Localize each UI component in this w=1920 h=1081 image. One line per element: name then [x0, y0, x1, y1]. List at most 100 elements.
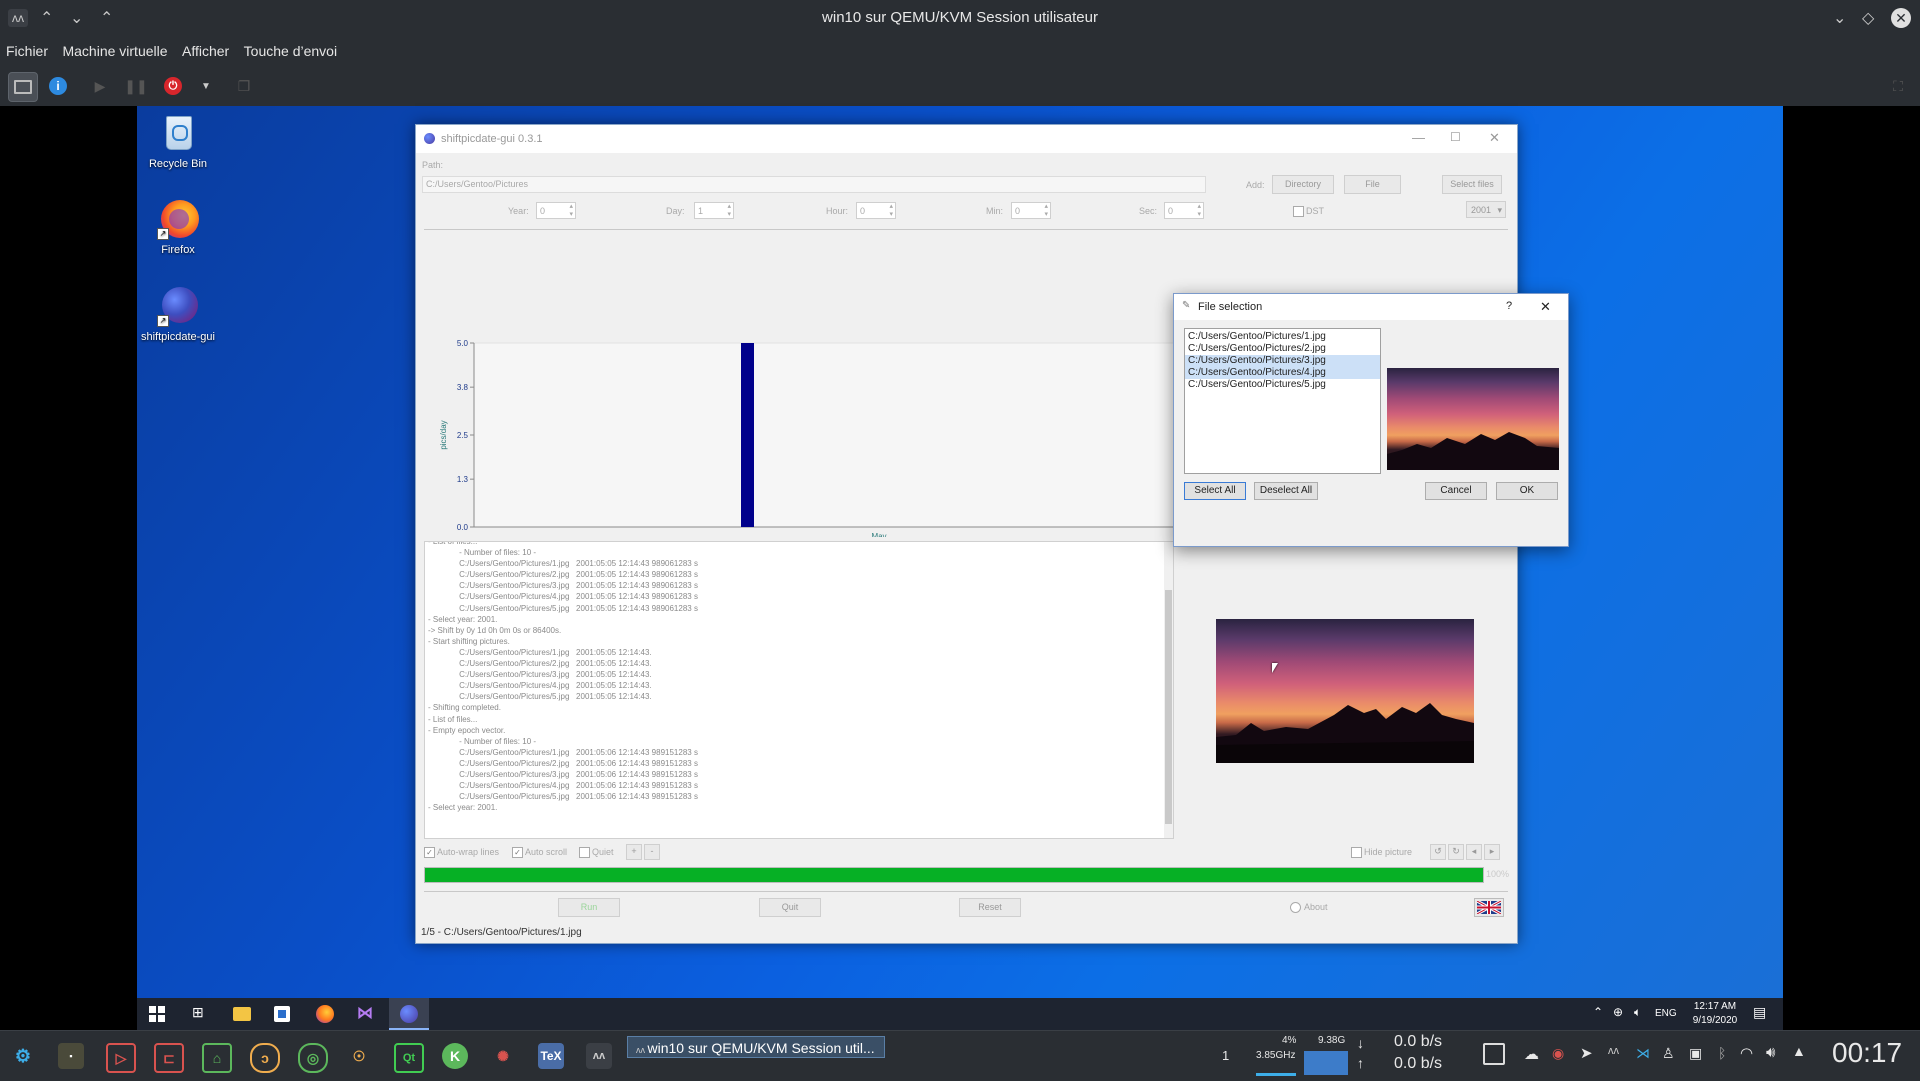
rotate-left-button[interactable]: ↺: [1430, 844, 1446, 860]
file-explorer-icon[interactable]: [233, 1007, 251, 1021]
dst-checkbox[interactable]: [1293, 206, 1304, 217]
path-input[interactable]: C:/Users/Gentoo/Pictures: [422, 176, 1206, 193]
qt-creator-icon[interactable]: Qt: [394, 1043, 424, 1073]
ok-button[interactable]: OK: [1496, 482, 1558, 500]
telegram-icon[interactable]: ➤: [1580, 1044, 1593, 1062]
language-indicator[interactable]: ENG: [1655, 1008, 1677, 1019]
rotate-right-button[interactable]: ↻: [1448, 844, 1464, 860]
dialog-close-icon[interactable]: ✕: [1540, 299, 1551, 315]
run-button[interactable]: Run: [558, 898, 620, 917]
about-radio[interactable]: [1290, 902, 1301, 913]
details-view-button[interactable]: i: [44, 72, 72, 100]
log-output[interactable]: - List of files... - Number of files: 10…: [424, 541, 1174, 839]
desktop-icon-recycle-bin[interactable]: Recycle Bin: [138, 112, 218, 170]
app-launcher-icon[interactable]: ⚙: [10, 1043, 36, 1069]
min-spinbox[interactable]: 0 ▴ ▾: [1011, 202, 1051, 219]
previous-picture-button[interactable]: ◂: [1466, 844, 1482, 860]
store-icon[interactable]: [274, 1006, 290, 1022]
volume-tray-icon[interactable]: 🔊︎: [1766, 1044, 1775, 1061]
file-list-item[interactable]: C:/Users/Gentoo/Pictures/3.jpg: [1185, 355, 1380, 367]
auto-wrap-checkbox[interactable]: ✓: [424, 847, 435, 858]
quit-button[interactable]: Quit: [759, 898, 821, 917]
expand-tray-icon[interactable]: ▲: [1792, 1043, 1806, 1059]
visual-studio-icon[interactable]: ⋈: [357, 1005, 375, 1023]
shutdown-menu-button[interactable]: ▼: [192, 72, 220, 100]
minimize-icon[interactable]: ⌄: [1833, 8, 1846, 28]
deselect-all-button[interactable]: Deselect All: [1254, 482, 1318, 500]
menu-touche-envoi[interactable]: Touche d’envoi: [244, 43, 337, 59]
hide-picture-checkbox[interactable]: [1351, 847, 1362, 858]
volume-icon[interactable]: 🔈︎: [1634, 1005, 1641, 1020]
directory-button[interactable]: Directory: [1272, 175, 1334, 194]
virt-manager-tray-icon[interactable]: ʌʌ: [1608, 1045, 1619, 1057]
snapshot-button[interactable]: ❐: [230, 72, 258, 100]
year-select[interactable]: 2001 ▾: [1466, 201, 1506, 218]
gimp-icon[interactable]: ☉: [346, 1043, 372, 1069]
settings-gear-icon[interactable]: ✺: [490, 1043, 516, 1069]
virtual-desktop-number[interactable]: 1: [1222, 1048, 1229, 1063]
cpu-chip-icon[interactable]: [1483, 1043, 1505, 1065]
menu-fichier[interactable]: Fichier: [6, 43, 48, 59]
day-spinbox[interactable]: 1 ▴ ▾: [694, 202, 734, 219]
red-app-icon[interactable]: ⊏: [154, 1043, 184, 1073]
log-scrollbar[interactable]: [1164, 542, 1173, 838]
firefox-taskbar-icon[interactable]: [316, 1005, 334, 1023]
language-flag-button[interactable]: [1474, 898, 1504, 917]
notifications-icon[interactable]: ▤: [1753, 1004, 1766, 1021]
select-all-button[interactable]: Select All: [1184, 482, 1246, 500]
chrome-icon[interactable]: ◎: [298, 1043, 328, 1073]
shiftpicdate-taskbar-button[interactable]: [389, 998, 429, 1030]
cancel-button[interactable]: Cancel: [1425, 482, 1487, 500]
bluetooth-icon[interactable]: ᛒ: [1718, 1045, 1726, 1061]
terminal-icon[interactable]: ▪: [58, 1043, 84, 1069]
quiet-checkbox[interactable]: [579, 847, 590, 858]
file-list-item[interactable]: C:/Users/Gentoo/Pictures/1.jpg: [1185, 331, 1380, 343]
camera-icon[interactable]: ◉: [1552, 1045, 1564, 1062]
task-view-icon[interactable]: ⊞: [192, 1004, 204, 1021]
maximize-icon[interactable]: ☐: [1450, 130, 1461, 144]
hour-spinbox[interactable]: 0 ▴ ▾: [856, 202, 896, 219]
texstudio-icon[interactable]: TeX: [538, 1043, 564, 1069]
next-picture-button[interactable]: ▸: [1484, 844, 1500, 860]
slides-icon[interactable]: ▷: [106, 1043, 136, 1073]
show-hidden-icons-icon[interactable]: ⌃: [1593, 1005, 1603, 1019]
reset-button[interactable]: Reset: [959, 898, 1021, 917]
user-switch-icon[interactable]: ♙: [1662, 1045, 1675, 1062]
minimize-icon[interactable]: —: [1412, 130, 1425, 145]
kde-connect-icon[interactable]: ⋊: [1636, 1045, 1650, 1062]
panel-clock[interactable]: 00:17: [1832, 1037, 1902, 1069]
font-decrease-button[interactable]: -: [644, 844, 660, 860]
house-app-icon[interactable]: ⌂: [202, 1043, 232, 1073]
year-spinbox[interactable]: 0 ▴ ▾: [536, 202, 576, 219]
shutdown-button[interactable]: ⏻: [159, 72, 187, 100]
file-button[interactable]: File: [1344, 175, 1401, 194]
close-icon[interactable]: ✕: [1489, 130, 1500, 146]
auto-scroll-checkbox[interactable]: ✓: [512, 847, 523, 858]
clipboard-icon[interactable]: ▣: [1689, 1045, 1702, 1062]
help-button[interactable]: ?: [1506, 300, 1512, 312]
file-list-item[interactable]: C:/Users/Gentoo/Pictures/2.jpg: [1185, 343, 1380, 355]
maximize-icon[interactable]: ◇: [1862, 8, 1874, 28]
file-list-item[interactable]: C:/Users/Gentoo/Pictures/5.jpg: [1185, 379, 1380, 391]
close-button[interactable]: ✕: [1891, 8, 1911, 28]
file-list-item[interactable]: C:/Users/Gentoo/Pictures/4.jpg: [1185, 367, 1380, 379]
menu-afficher[interactable]: Afficher: [182, 43, 229, 59]
console-view-button[interactable]: [8, 72, 38, 102]
select-files-button[interactable]: Select files: [1442, 175, 1502, 194]
sec-spinbox[interactable]: 0 ▴ ▾: [1164, 202, 1204, 219]
network-icon[interactable]: ⊕: [1613, 1005, 1623, 1019]
run-button[interactable]: ▶: [86, 72, 114, 100]
cloud-icon[interactable]: ☁: [1524, 1045, 1539, 1063]
pause-button[interactable]: ❚❚: [122, 72, 150, 100]
kleopatra-icon[interactable]: K: [442, 1043, 468, 1069]
menu-machine-virtuelle[interactable]: Machine virtuelle: [62, 43, 167, 59]
font-increase-button[interactable]: +: [626, 844, 642, 860]
desktop-icon-shiftpicdate[interactable]: ↗ shiftpicdate-gui: [138, 285, 218, 343]
fullscreen-button[interactable]: ⛶: [1884, 72, 1912, 100]
taskbar-entry-win10[interactable]: ʌʌ win10 sur QEMU/KVM Session util...: [627, 1036, 885, 1058]
clock[interactable]: 12:17 AM 9/19/2020: [1686, 1000, 1744, 1028]
file-list[interactable]: C:/Users/Gentoo/Pictures/1.jpg C:/Users/G…: [1184, 328, 1381, 474]
start-button[interactable]: [149, 1006, 165, 1022]
desktop-icon-firefox[interactable]: ↗ Firefox: [138, 198, 218, 256]
virt-manager-icon[interactable]: ʌʌ: [586, 1043, 612, 1069]
